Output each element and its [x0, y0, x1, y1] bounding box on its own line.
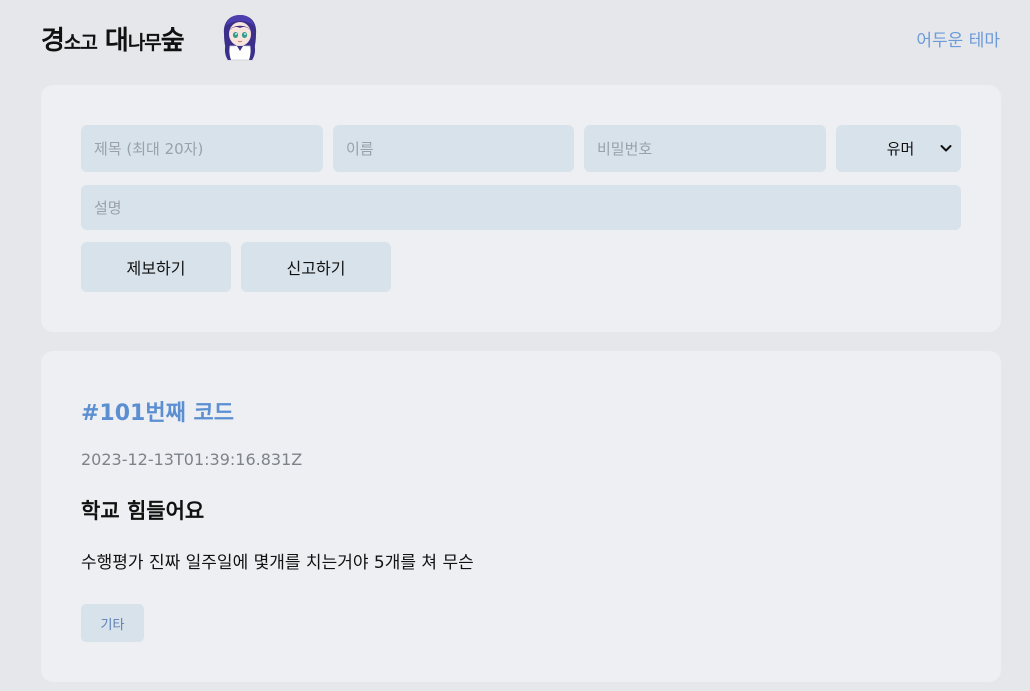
anime-girl-mascot-icon [223, 15, 257, 61]
category-select[interactable]: 유머 [836, 125, 961, 172]
password-input[interactable] [584, 125, 826, 172]
post-category-tag[interactable]: 기타 [81, 604, 144, 642]
post-id-label: #101번째 코드 [81, 401, 234, 426]
chevron-down-icon [940, 145, 952, 152]
logo-text-5: 숲 [160, 26, 185, 56]
description-input[interactable] [81, 185, 961, 230]
site-logo[interactable]: 경 소고 대 나무 숲 [41, 20, 185, 57]
logo-text-3: 대 [104, 26, 129, 56]
category-selected-value: 유머 [886, 140, 915, 158]
post-title: 학교 힘들어요 [81, 499, 205, 523]
logo-text-4: 나무 [127, 32, 162, 54]
site-header: 경 소고 대 나무 숲 어두운 테마 [0, 0, 1030, 78]
dark-theme-toggle[interactable]: 어두운 테마 [916, 26, 1000, 51]
name-input[interactable] [333, 125, 574, 172]
submit-form-card: 유머 제보하기 신고하기 [41, 85, 1001, 332]
title-input[interactable] [81, 125, 323, 172]
logo-text-1: 경 [41, 26, 65, 56]
logo-text-2: 소고 [63, 32, 98, 54]
report-button[interactable]: 신고하기 [241, 242, 391, 292]
post-timestamp: 2023-12-13T01:39:16.831Z [81, 450, 303, 469]
post-card: #101번째 코드 2023-12-13T01:39:16.831Z 학교 힘들… [41, 351, 1001, 682]
post-body: 수행평가 진짜 일주일에 몇개를 치는거야 5개를 쳐 무슨 [81, 553, 474, 573]
submit-button[interactable]: 제보하기 [81, 242, 231, 292]
